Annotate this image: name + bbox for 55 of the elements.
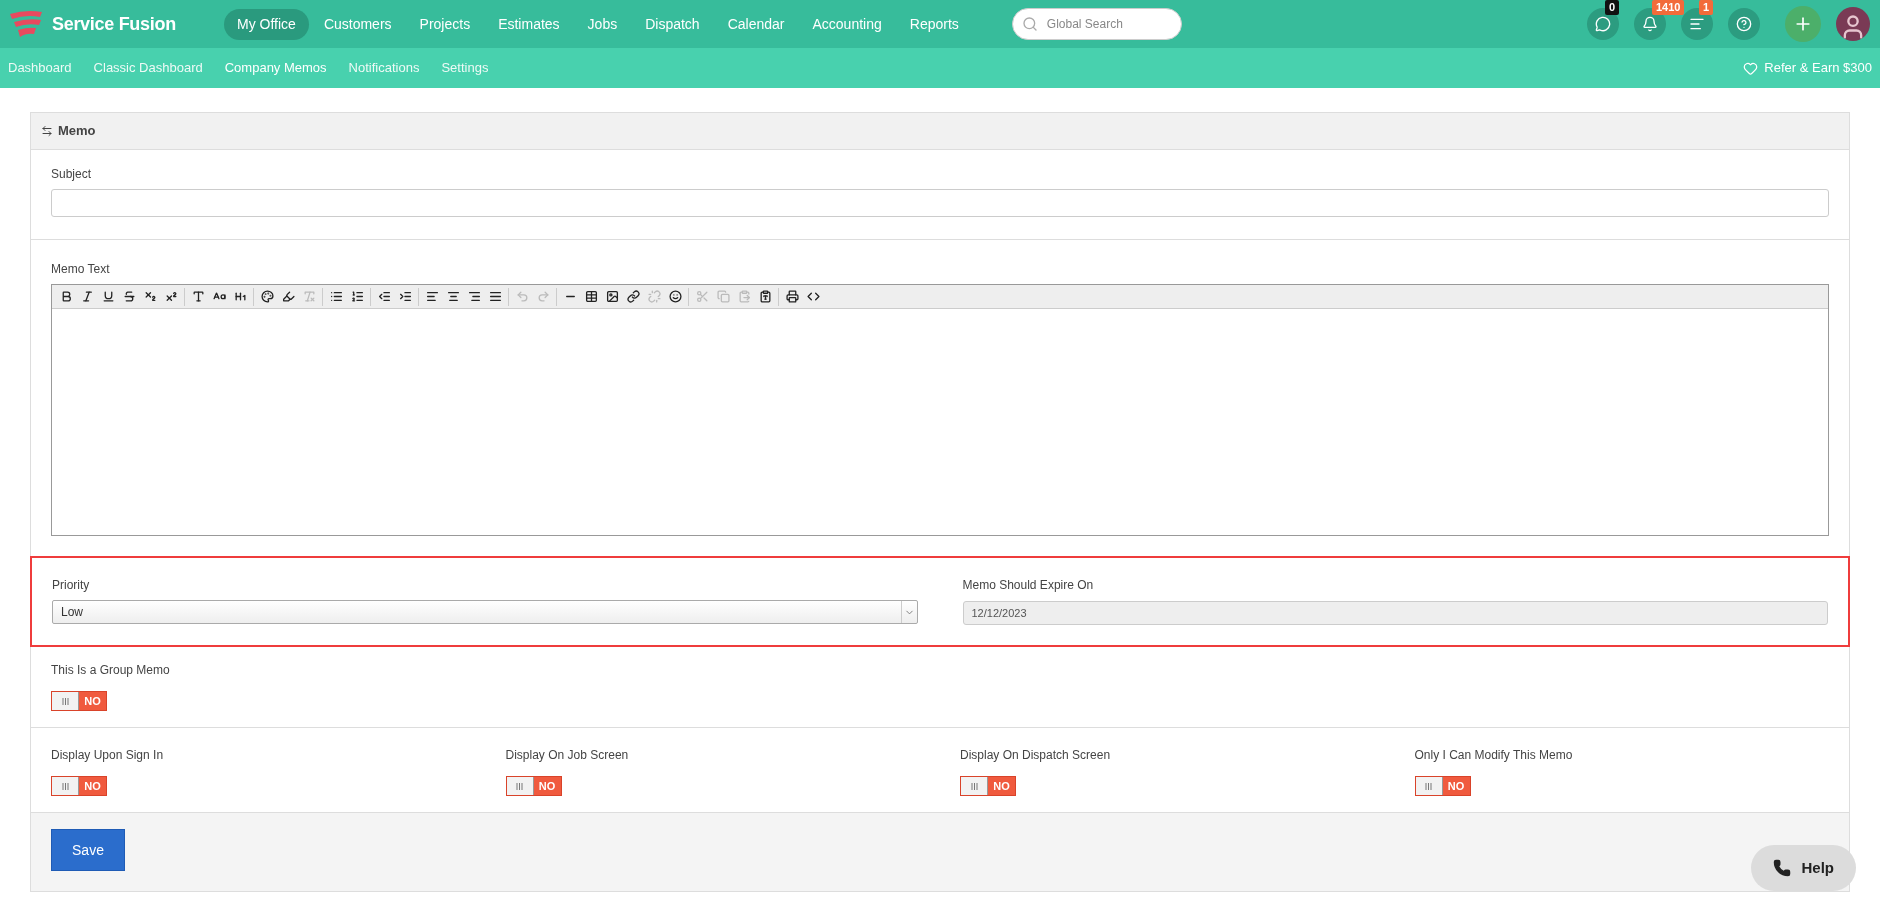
toggle-switch[interactable]: NO: [51, 776, 107, 796]
nav-tab[interactable]: Calendar: [714, 8, 798, 40]
grip-icon: [61, 782, 69, 790]
field-label: Subject: [51, 166, 93, 183]
avatar[interactable]: [1836, 7, 1870, 41]
count-badge: 0: [1605, 0, 1620, 15]
grip-icon: [516, 782, 523, 790]
toggle-label: Display On Dispatch Screen: [960, 747, 1112, 764]
nav-tab[interactable]: Accounting: [799, 8, 895, 40]
save-button[interactable]: Save: [51, 829, 125, 871]
sub-nav-tab[interactable]: Classic Dashboard: [93, 58, 203, 78]
search-field[interactable]: Global Search: [1011, 8, 1182, 40]
list-icon: [1689, 16, 1705, 32]
nav-tab[interactable]: Reports: [896, 8, 972, 40]
heart-icon: [1743, 60, 1759, 76]
sub-nav-tab[interactable]: Company Memos: [224, 58, 327, 78]
nav-tab[interactable]: Projects: [406, 8, 484, 40]
bell-icon: [1642, 16, 1658, 32]
toggle-label: Display Upon Sign In: [51, 747, 165, 764]
nav-tab[interactable]: Jobs: [574, 8, 631, 40]
nav-tab[interactable]: Customers: [310, 8, 405, 40]
refer-link[interactable]: Refer & Earn $300: [1743, 58, 1872, 78]
chat-icon: [1595, 16, 1611, 32]
card-title: Memo: [58, 122, 96, 141]
phone-icon: [1773, 859, 1792, 877]
toggle-switch[interactable]: NO: [51, 691, 107, 711]
logo-icon: [8, 9, 44, 39]
help-button[interactable]: Help: [1751, 845, 1856, 891]
help-icon: [1736, 16, 1752, 32]
subject-field[interactable]: [51, 189, 1829, 217]
grip-icon: [970, 782, 978, 790]
priority-select[interactable]: Low: [52, 600, 918, 624]
field-label: Priority: [52, 577, 91, 594]
resize-arrows-icon: [41, 125, 53, 137]
toggle-label: Display On Job Screen: [505, 747, 630, 764]
nav-tab[interactable]: My Office: [224, 8, 309, 40]
brand-name: Service Fusion: [52, 12, 176, 36]
toggle-switch[interactable]: NO: [505, 776, 562, 796]
count-badge: 1: [1699, 0, 1714, 15]
nav-tab[interactable]: Estimates: [485, 8, 573, 40]
search-icon: [1021, 16, 1038, 32]
toggle-switch[interactable]: NO: [960, 776, 1016, 796]
sub-nav-tab[interactable]: Notifications: [348, 58, 420, 78]
nav-tab[interactable]: Dispatch: [632, 8, 713, 40]
field-label: Memo Should Expire On: [962, 577, 1095, 594]
count-badge: 1410: [1652, 0, 1685, 15]
toggle-switch[interactable]: NO: [1414, 776, 1471, 796]
sub-nav-tab[interactable]: Dashboard: [8, 58, 72, 78]
grip-icon: [1425, 782, 1432, 790]
toggle-label: Only I Can Modify This Memo: [1414, 747, 1574, 764]
help-button[interactable]: [1728, 8, 1760, 40]
grip-icon: [61, 697, 69, 705]
toggle-label: This Is a Group Memo: [51, 662, 171, 679]
field-label: Memo Text: [51, 261, 111, 278]
sub-nav-tab[interactable]: Settings: [441, 58, 489, 78]
